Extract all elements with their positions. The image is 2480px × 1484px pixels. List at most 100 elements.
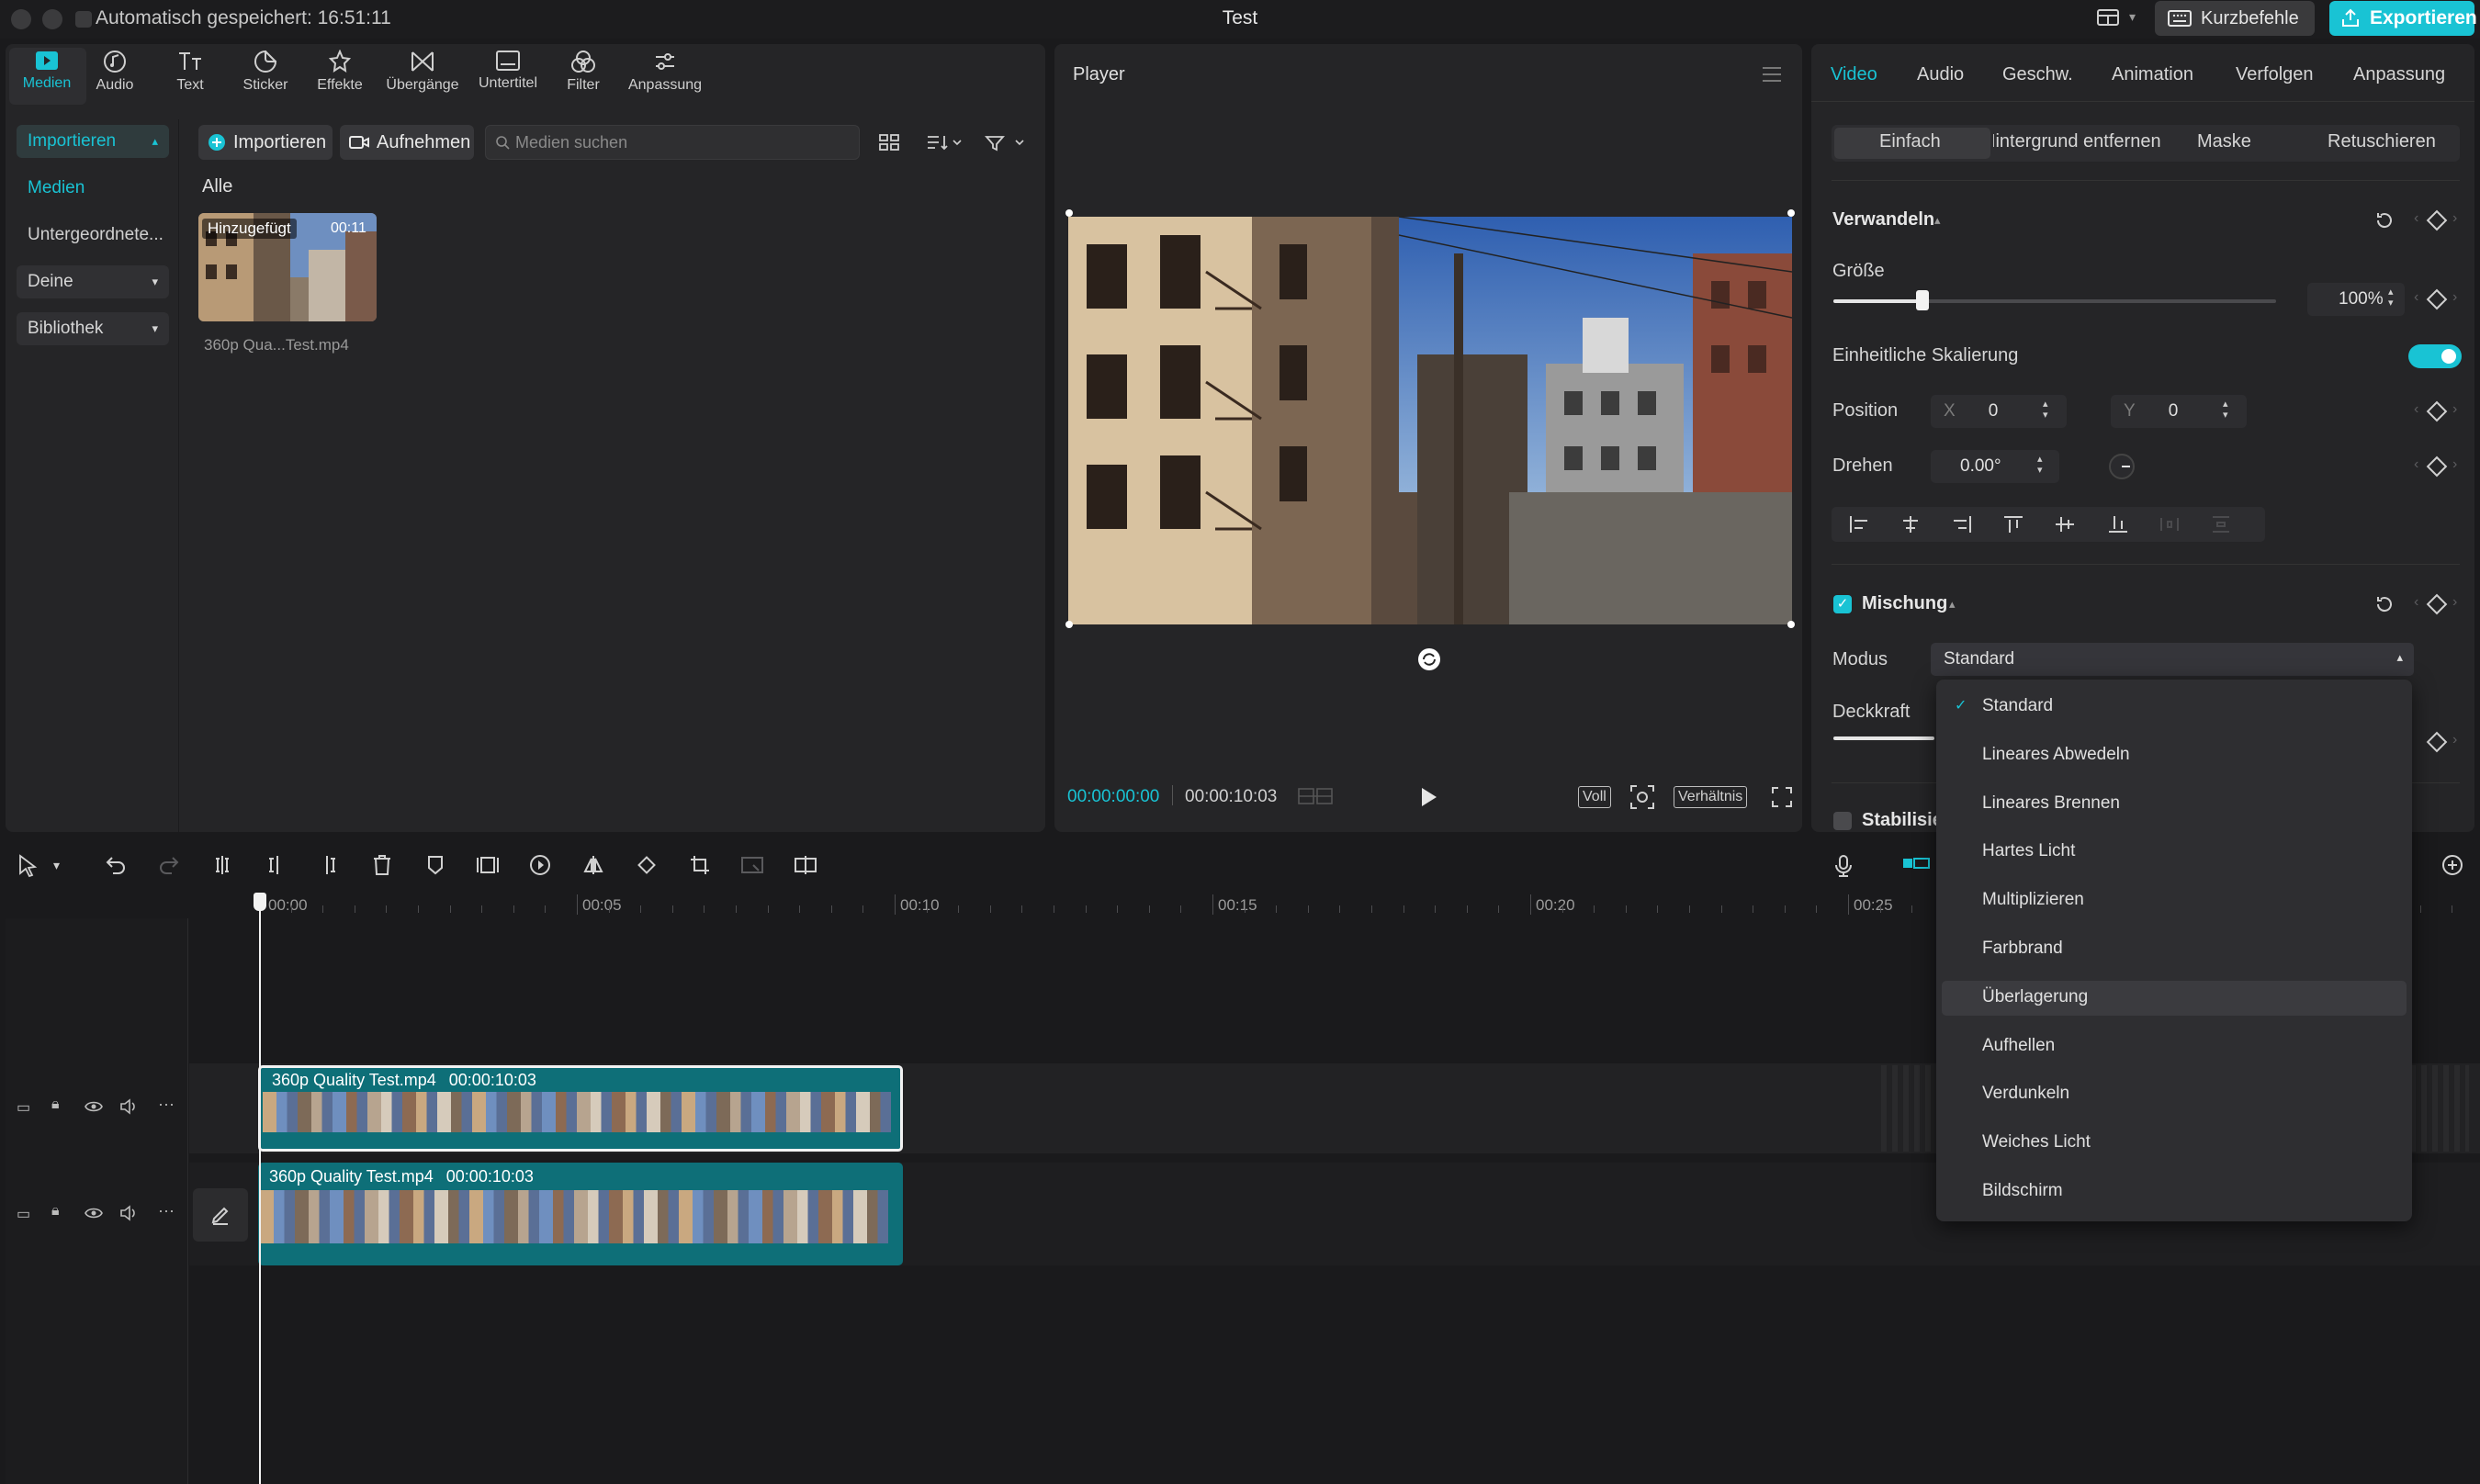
collapse-icon[interactable]: ▴ xyxy=(1934,213,1941,228)
play-icon[interactable] xyxy=(1418,786,1438,808)
blend-option[interactable]: Weiches Licht xyxy=(1982,1132,2091,1152)
subtab-remove-bg[interactable]: Hintergrund entfernen xyxy=(1993,125,2160,162)
stabilize-checkbox[interactable] xyxy=(1833,812,1852,830)
layout-chevron-icon[interactable]: ▾ xyxy=(2129,9,2136,25)
reset-icon[interactable] xyxy=(2373,593,2395,615)
align-right-icon[interactable] xyxy=(1951,514,1973,534)
tab-audio[interactable]: Audio xyxy=(1917,64,1964,85)
edit-cover-button[interactable] xyxy=(193,1188,248,1242)
track-cover-icon[interactable]: ▭ xyxy=(17,1205,30,1223)
speaker-icon[interactable] xyxy=(119,1098,138,1115)
size-stepper-icon[interactable]: ▴ ▾ xyxy=(2388,287,2394,309)
resize-icon[interactable] xyxy=(740,854,764,876)
snapshot-icon[interactable] xyxy=(1629,784,1655,810)
toolbar-filter[interactable]: Filter xyxy=(553,50,614,94)
timeline-clip[interactable]: 360p Quality Test.mp4 00:00:10:03 xyxy=(258,1163,903,1265)
eye-icon[interactable] xyxy=(85,1100,103,1113)
toolbar-transitions[interactable]: Übergänge xyxy=(380,50,465,94)
prev-keyframe-icon[interactable]: ‹ xyxy=(2414,456,2418,473)
filter-list-icon[interactable] xyxy=(985,132,1025,152)
next-keyframe-icon[interactable]: › xyxy=(2452,732,2457,748)
blend-option[interactable]: Standard xyxy=(1982,696,2053,716)
align-center-h-icon[interactable] xyxy=(1899,514,1922,534)
toolbar-audio[interactable]: Audio xyxy=(83,50,147,94)
microphone-icon[interactable] xyxy=(1833,854,1854,878)
subtab-basic[interactable]: Einfach xyxy=(1879,131,1941,152)
crop-icon[interactable] xyxy=(689,854,711,876)
redo-icon[interactable] xyxy=(158,854,180,876)
tab-adjust[interactable]: Anpassung xyxy=(2353,64,2445,85)
fullscreen-icon[interactable] xyxy=(1771,786,1793,808)
crop-handle[interactable] xyxy=(1065,621,1073,628)
compare-icon[interactable] xyxy=(794,854,817,876)
blend-option[interactable]: Aufhellen xyxy=(1982,1036,2055,1056)
blend-option[interactable]: Verdunkeln xyxy=(1982,1084,2069,1104)
next-keyframe-icon[interactable]: › xyxy=(2452,456,2457,473)
blend-checkbox[interactable]: ✓ xyxy=(1833,595,1852,613)
more-icon[interactable]: ··· xyxy=(158,1201,175,1220)
track-cover-icon[interactable]: ▭ xyxy=(17,1098,30,1117)
split-left-icon[interactable] xyxy=(265,854,287,876)
window-close-button[interactable] xyxy=(11,9,31,29)
lock-icon[interactable]: 🔒︎ xyxy=(51,1096,60,1113)
sidebar-yours[interactable]: Deine ▾ xyxy=(17,265,169,298)
next-keyframe-icon[interactable]: › xyxy=(2452,401,2457,418)
eye-icon[interactable] xyxy=(85,1207,103,1220)
play-reverse-icon[interactable] xyxy=(529,854,551,876)
crop-handle[interactable] xyxy=(1065,209,1073,217)
blend-option[interactable]: Multiplizieren xyxy=(1982,890,2084,910)
stabilize-label[interactable]: Stabilisie xyxy=(1862,810,1943,831)
tab-speed[interactable]: Geschw. xyxy=(2002,64,2073,85)
crop-handle[interactable] xyxy=(1787,209,1795,217)
collapse-icon[interactable]: ▴ xyxy=(1949,597,1956,612)
tab-video[interactable]: Video xyxy=(1831,64,1877,85)
x-stepper-icon[interactable]: ▴ ▾ xyxy=(2043,399,2048,421)
blend-mode-select[interactable]: Standard ▴ xyxy=(1931,643,2414,676)
reset-icon[interactable] xyxy=(2373,209,2395,231)
uniform-scale-toggle[interactable] xyxy=(2408,344,2462,368)
align-left-icon[interactable] xyxy=(1848,514,1870,534)
tab-animation[interactable]: Animation xyxy=(2112,64,2193,85)
layout-icon[interactable] xyxy=(2096,7,2120,28)
rotate-handle-icon[interactable] xyxy=(1416,646,1442,672)
next-keyframe-icon[interactable]: › xyxy=(2452,594,2457,611)
main-track-magnet-icon[interactable] xyxy=(1901,854,1931,872)
mirror-icon[interactable] xyxy=(582,854,604,876)
rotate-icon[interactable] xyxy=(636,854,658,876)
prev-keyframe-icon[interactable]: ‹ xyxy=(2414,289,2418,306)
window-minimize-button[interactable] xyxy=(42,9,62,29)
align-bottom-icon[interactable] xyxy=(2107,514,2129,534)
toolbar-text[interactable]: Text xyxy=(158,50,222,94)
prev-keyframe-icon[interactable]: ‹ xyxy=(2414,210,2418,227)
record-button[interactable]: Aufnehmen xyxy=(340,125,474,160)
blend-option[interactable]: Hartes Licht xyxy=(1982,841,2075,861)
prev-keyframe-icon[interactable]: ‹ xyxy=(2414,401,2418,418)
transform-section-title[interactable]: Verwandeln xyxy=(1832,209,1934,230)
opacity-slider-fill[interactable] xyxy=(1833,736,1934,740)
timeline-clip-selected[interactable]: 360p Quality Test.mp4 00:00:10:03 xyxy=(258,1065,903,1152)
next-keyframe-icon[interactable]: › xyxy=(2452,210,2457,227)
timeline-grid-icon[interactable] xyxy=(1297,786,1334,806)
undo-icon[interactable] xyxy=(105,854,127,876)
blend-option[interactable]: Bildschirm xyxy=(1982,1181,2063,1201)
split-right-icon[interactable] xyxy=(318,854,340,876)
next-keyframe-icon[interactable]: › xyxy=(2452,289,2457,306)
y-stepper-icon[interactable]: ▴ ▾ xyxy=(2223,399,2228,421)
shortcuts-button[interactable]: Kurzbefehle xyxy=(2155,1,2315,36)
freeze-frame-icon[interactable] xyxy=(476,854,500,876)
toolbar-media[interactable]: Medien xyxy=(13,50,81,92)
sidebar-media[interactable]: Medien xyxy=(28,178,85,198)
playhead[interactable] xyxy=(259,896,261,1484)
speaker-icon[interactable] xyxy=(119,1205,138,1221)
split-icon[interactable] xyxy=(211,854,233,876)
blend-option[interactable]: Lineares Brennen xyxy=(1982,793,2120,814)
align-top-icon[interactable] xyxy=(2002,514,2024,534)
full-quality-button[interactable]: Voll xyxy=(1578,786,1611,808)
sidebar-library[interactable]: Bibliothek ▾ xyxy=(17,312,169,345)
rotate-dial[interactable] xyxy=(2109,454,2135,479)
toolbar-adjust[interactable]: Anpassung xyxy=(621,50,709,94)
crop-handle[interactable] xyxy=(1787,621,1795,628)
zoom-in-icon[interactable] xyxy=(2441,854,2463,876)
import-button[interactable]: Importieren xyxy=(198,125,333,160)
subtab-mask[interactable]: Maske xyxy=(2197,131,2251,152)
